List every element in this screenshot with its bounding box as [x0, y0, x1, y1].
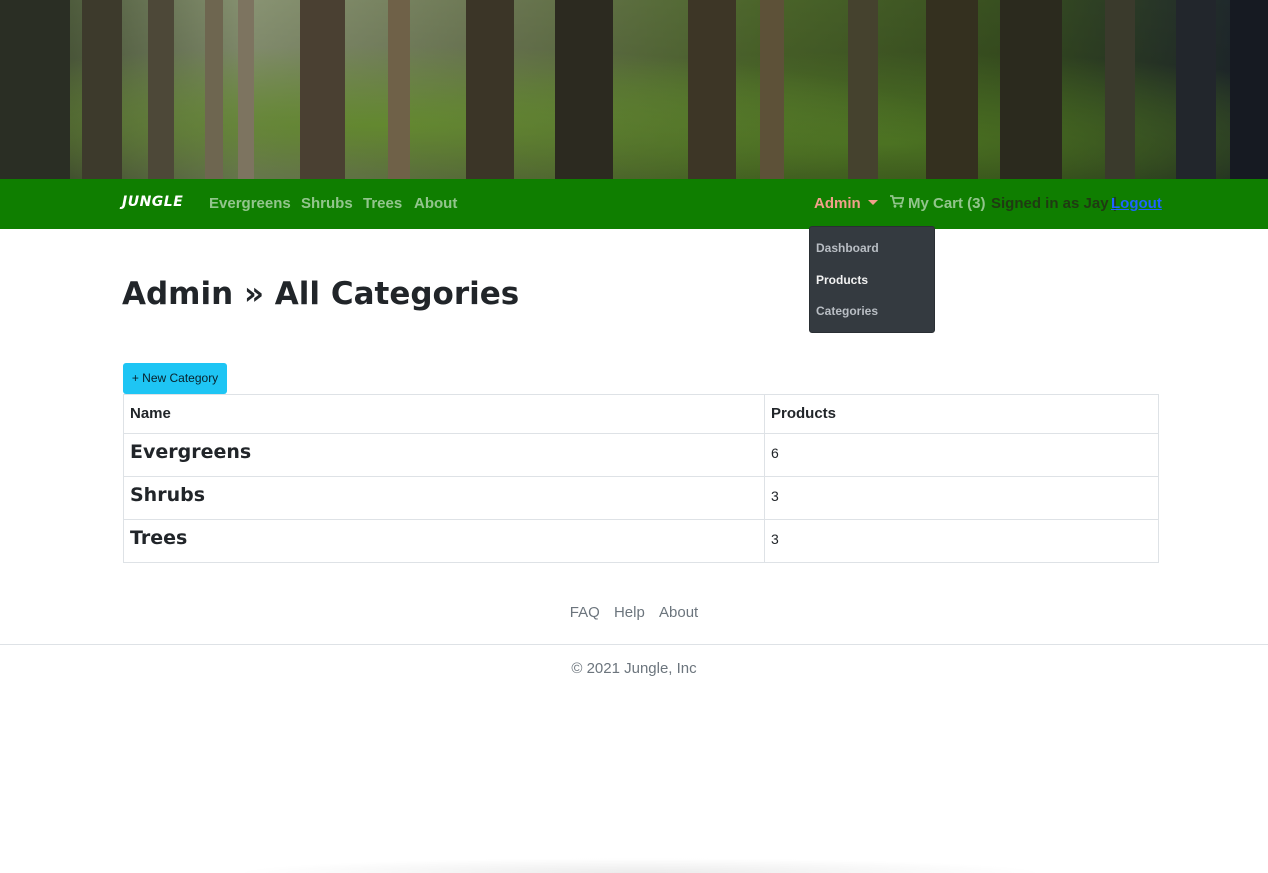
table-row: Evergreens 6 [123, 433, 1159, 477]
footer-link-help[interactable]: Help [614, 604, 645, 621]
dropdown-item-categories[interactable]: Categories [816, 304, 878, 318]
footer-links: FAQ Help About [0, 604, 1268, 621]
nav-link-shrubs[interactable]: Shrubs [301, 195, 353, 212]
dropdown-item-dashboard[interactable]: Dashboard [816, 241, 879, 255]
category-name: Trees [123, 519, 765, 563]
category-product-count: 3 [764, 476, 1159, 520]
admin-dropdown-toggle[interactable]: Admin [814, 195, 878, 212]
brand-logo[interactable]: JUNGLE [122, 194, 183, 210]
categories-table: Name Products Evergreens 6 Shrubs 3 Tree… [123, 394, 1159, 563]
nav-link-evergreens[interactable]: Evergreens [209, 195, 291, 212]
category-product-count: 6 [764, 433, 1159, 477]
forest-banner-image [0, 0, 1268, 179]
table-row: Shrubs 3 [123, 476, 1159, 520]
nav-link-about[interactable]: About [414, 195, 457, 212]
table-header-row: Name Products [123, 394, 1159, 434]
dropdown-item-products[interactable]: Products [816, 273, 868, 287]
category-product-count: 3 [764, 519, 1159, 563]
category-name: Evergreens [123, 433, 765, 477]
admin-dropdown-menu: Dashboard Products Categories [809, 226, 935, 333]
footer-link-faq[interactable]: FAQ [570, 604, 600, 621]
admin-label: Admin [814, 195, 861, 212]
footer-link-about[interactable]: About [659, 604, 698, 621]
page-title: Admin » All Categories [122, 276, 520, 312]
cart-link[interactable]: My Cart (3) [890, 195, 986, 212]
nav-link-trees[interactable]: Trees [363, 195, 402, 212]
logout-link[interactable]: Logout [1111, 195, 1162, 212]
signed-in-text: Signed in as Jay | [991, 195, 1117, 212]
bottom-shadow [230, 858, 1050, 873]
cart-label: My Cart (3) [908, 195, 986, 212]
column-header-products: Products [764, 394, 1159, 434]
copyright-text: © 2021 Jungle, Inc [571, 660, 697, 677]
footer-divider [0, 644, 1268, 645]
caret-down-icon [867, 200, 878, 205]
table-row: Trees 3 [123, 519, 1159, 563]
new-category-button[interactable]: + New Category [123, 363, 227, 394]
top-navbar: JUNGLE Evergreens Shrubs Trees About Adm… [0, 179, 1268, 229]
column-header-name: Name [123, 394, 765, 434]
shopping-cart-icon [890, 195, 905, 212]
category-name: Shrubs [123, 476, 765, 520]
